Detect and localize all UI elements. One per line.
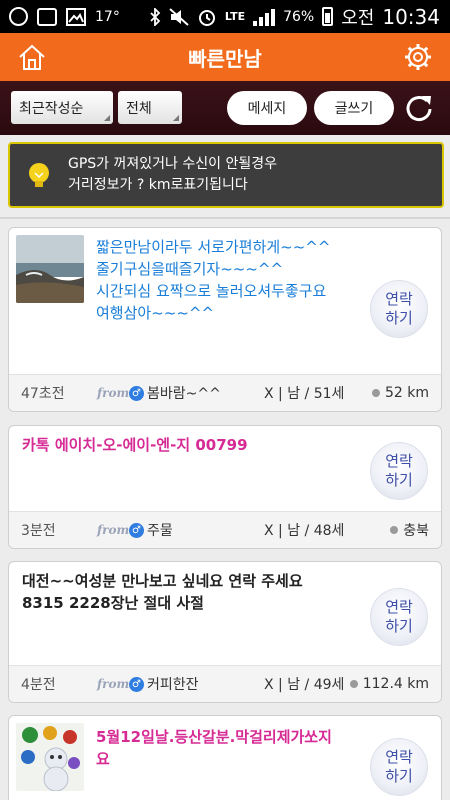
location-dot-icon <box>371 389 380 397</box>
gear-icon <box>405 44 431 70</box>
from-label: from. <box>97 386 134 400</box>
post-thumbnail <box>16 235 84 303</box>
post-nickname: 봄바람~^^ <box>147 386 221 402</box>
ampm: 오전 <box>341 7 375 29</box>
sort-select[interactable]: 최근작성순 <box>11 91 113 124</box>
from-label: from. <box>97 677 134 691</box>
notice-line-1: GPS가 꺼져있거나 수신이 안될경우 <box>68 156 277 172</box>
alarm-icon <box>198 9 215 26</box>
battery-icon <box>322 7 334 26</box>
message-button[interactable]: 메세지 <box>227 91 307 125</box>
refresh-icon <box>406 96 432 122</box>
post-time: 4분전 <box>21 677 56 693</box>
filter-toolbar: 최근작성순 전체 메세지 글쓰기 <box>0 81 450 135</box>
contact-button[interactable]: 연락 하기 <box>370 738 428 796</box>
home-icon <box>19 44 45 70</box>
filter-select[interactable]: 전체 <box>118 91 182 124</box>
settings-button[interactable] <box>402 41 434 73</box>
post-distance: 52 km <box>384 385 429 401</box>
post-footer: 3분전 from. ♂ 주물 X | 남 / 48세 충북 <box>9 511 441 548</box>
post-card[interactable]: 대전~~여성분 만나보고 싶네요 연락 주세요 8315 2228장난 절대 사… <box>8 561 442 703</box>
photo-icon <box>66 7 86 26</box>
post-message: 짧은만남이라두 서로가편하게~~^^ 줄기구심을때즐기자~~~^^ 시간되심 요… <box>96 238 331 322</box>
post-location: 52 km <box>371 385 429 401</box>
post-message: 5월12일날.등산갈분.막걸리제가쏘지 요 <box>96 728 332 768</box>
from-label: from. <box>97 523 134 537</box>
mute-icon <box>169 7 189 26</box>
post-time: 3분전 <box>21 523 56 539</box>
signal-icon <box>253 8 276 26</box>
post-gender-age: X | 남 / 48세 <box>264 523 345 539</box>
location-dot-icon <box>390 526 399 534</box>
post-region: 충북 <box>403 523 429 539</box>
bluetooth-icon <box>150 7 161 26</box>
contact-button[interactable]: 연락 하기 <box>370 442 428 500</box>
contact-button[interactable]: 연락 하기 <box>370 280 428 338</box>
refresh-button[interactable] <box>403 92 435 124</box>
location-dot-icon <box>349 680 358 688</box>
network-type: LTE <box>224 10 246 23</box>
post-thumbnail <box>16 723 84 791</box>
post-footer: 4분전 from. ♂ 커피한잔 X | 남 / 49세 112.4 km <box>9 665 441 702</box>
post-nickname: 주물 <box>147 523 173 539</box>
battery-percent: 76% <box>283 8 315 25</box>
lightbulb-icon <box>29 163 49 187</box>
male-icon: ♂ <box>129 522 144 538</box>
post-time: 47초전 <box>21 386 65 402</box>
post-card[interactable]: 카톡 에이치-오-에이-엔-지 00799 연락 하기 3분전 from. ♂ … <box>8 425 442 549</box>
post-location: 충북 <box>390 520 429 540</box>
post-message: 대전~~여성분 만나보고 싶네요 연락 주세요 8315 2228장난 절대 사… <box>22 572 303 612</box>
page-title: 빠른만남 <box>188 46 262 71</box>
home-button[interactable] <box>16 41 48 73</box>
post-distance: 112.4 km <box>362 676 429 692</box>
app-header: 빠른만남 <box>0 33 450 81</box>
notice-line-2: 거리정보가 ? km로표기됩니다 <box>68 177 248 193</box>
gps-notice: GPS가 꺼져있거나 수신이 안될경우 거리정보가 ? km로표기됩니다 <box>8 142 444 208</box>
contact-button[interactable]: 연락 하기 <box>370 588 428 646</box>
u-app-icon <box>9 7 28 26</box>
male-icon: ♂ <box>129 676 144 692</box>
post-gender-age: X | 남 / 51세 <box>264 386 345 402</box>
status-bar: 17° LTE 76% 오전 10:34 <box>0 0 450 33</box>
clock: 10:34 <box>382 4 440 29</box>
post-card[interactable]: 짧은만남이라두 서로가편하게~~^^ 줄기구심을때즐기자~~~^^ 시간되심 요… <box>8 227 442 412</box>
post-nickname: 커피한잔 <box>147 677 199 693</box>
male-icon: ♂ <box>129 385 144 401</box>
write-button[interactable]: 글쓰기 <box>314 91 394 125</box>
app-square-icon <box>37 7 57 26</box>
post-gender-age: X | 남 / 49세 <box>264 677 345 693</box>
divider <box>0 217 450 219</box>
sort-select-label: 최근작성순 <box>19 100 84 117</box>
post-card[interactable]: 5월12일날.등산갈분.막걸리제가쏘지 요 연락 하기 <box>8 715 442 800</box>
post-message: 카톡 에이치-오-에이-엔-지 00799 <box>22 436 248 454</box>
filter-select-label: 전체 <box>126 100 152 117</box>
temperature: 17° <box>95 8 120 25</box>
post-location: 112.4 km <box>349 676 429 692</box>
post-footer: 47초전 from. ♂ 봄바람~^^ X | 남 / 51세 52 km <box>9 374 441 411</box>
